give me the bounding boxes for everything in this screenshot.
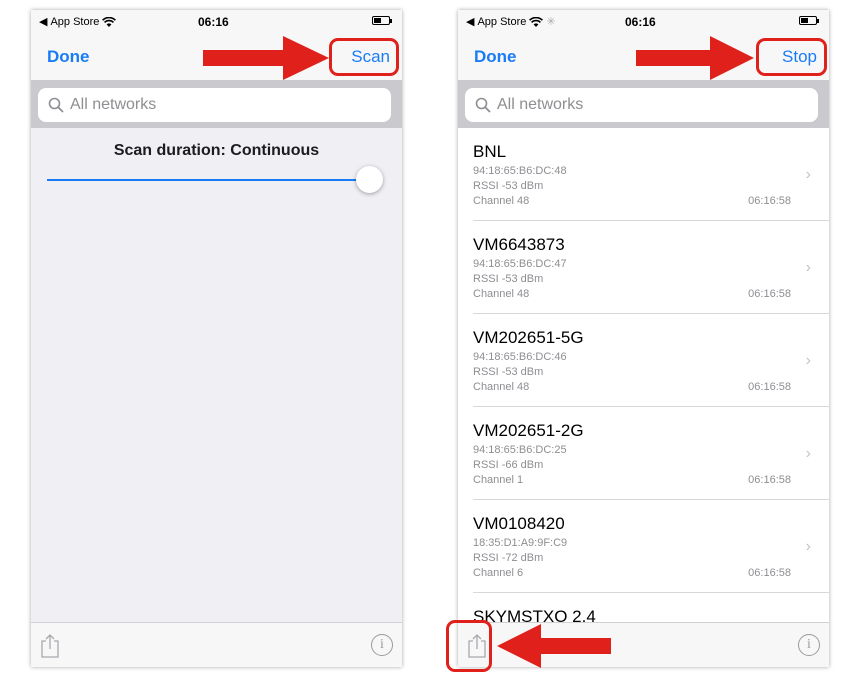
activity-spinner-icon: ✳: [546, 16, 556, 28]
search-placeholder: All networks: [70, 96, 157, 113]
scan-duration-label: Scan duration: Continuous: [113, 142, 320, 159]
done-button[interactable]: Done: [474, 47, 517, 67]
network-row[interactable]: VM6643873 94:18:65:B6:DC:47 RSSI -53 dBm…: [473, 221, 829, 314]
network-ssid: VM6643873: [473, 235, 565, 254]
network-list: BNL 94:18:65:B6:DC:48 RSSI -53 dBm Chann…: [458, 128, 829, 622]
bottom-toolbar: i: [31, 622, 402, 667]
chevron-right-icon: ›: [805, 352, 811, 369]
phone-screen-left: ◀ App Store 06:16 Done Scan All networks…: [31, 10, 402, 667]
search-input[interactable]: All networks: [465, 88, 818, 122]
chevron-right-icon: ›: [805, 538, 811, 555]
network-channel: Channel 1: [473, 474, 524, 486]
chevron-right-icon: ›: [805, 259, 811, 276]
network-rssi: RSSI -72 dBm: [473, 552, 544, 564]
network-ssid: VM202651-5G: [473, 328, 584, 347]
scan-settings: Scan duration: Continuous: [31, 128, 402, 608]
network-row[interactable]: VM202651-2G 94:18:65:B6:DC:25 RSSI -66 d…: [473, 407, 829, 500]
back-triangle-icon: ◀: [466, 16, 475, 28]
network-ssid: SKYMSTXO 2.4: [473, 607, 596, 622]
share-button-highlight: [446, 620, 492, 672]
network-channel: Channel 48: [473, 381, 530, 393]
status-bar: ◀ App Store 06:16: [31, 10, 402, 32]
info-icon[interactable]: i: [798, 634, 820, 656]
network-row[interactable]: BNL 94:18:65:B6:DC:48 RSSI -53 dBm Chann…: [473, 128, 829, 221]
stop-button-highlight: [756, 38, 827, 76]
back-to-app-store[interactable]: ◀ App Store: [39, 15, 117, 28]
network-rssi: RSSI -53 dBm: [473, 273, 544, 285]
network-mac: 94:18:65:B6:DC:25: [473, 444, 567, 456]
network-channel: Channel 48: [473, 195, 530, 207]
wifi-icon: [529, 16, 544, 27]
chevron-right-icon: ›: [805, 445, 811, 462]
search-bar-container: All networks: [458, 80, 829, 128]
network-ssid: BNL: [473, 142, 507, 161]
annotation-arrow-left-icon: [497, 624, 611, 668]
status-bar: ◀ App Store ✳ 06:16: [458, 10, 829, 32]
scan-duration-slider-thumb[interactable]: [356, 166, 383, 193]
info-icon[interactable]: i: [371, 634, 393, 656]
phone-screen-right: ◀ App Store ✳ 06:16 Done Stop All networ…: [458, 10, 829, 667]
search-icon: [475, 97, 491, 113]
back-to-app-store[interactable]: ◀ App Store ✳: [466, 15, 556, 29]
annotation-arrow-right-icon: [636, 36, 754, 80]
search-placeholder: All networks: [497, 96, 584, 113]
network-ssid: VM202651-2G: [473, 421, 584, 440]
network-mac: 94:18:65:B6:DC:46: [473, 351, 567, 363]
network-row[interactable]: VM0108420 18:35:D1:A9:9F:C9 RSSI -72 dBm…: [473, 500, 829, 593]
annotation-arrow-right-icon: [203, 36, 329, 80]
scan-duration-slider-track[interactable]: [47, 179, 370, 181]
back-app-label: App Store: [477, 15, 527, 28]
network-timestamp: 06:16:58: [748, 288, 791, 300]
back-triangle-icon: ◀: [39, 16, 48, 28]
network-ssid: VM0108420: [473, 514, 565, 533]
network-timestamp: 06:16:58: [748, 195, 791, 207]
done-button[interactable]: Done: [47, 47, 90, 67]
network-channel: Channel 6: [473, 567, 524, 579]
network-mac: 94:18:65:B6:DC:48: [473, 165, 567, 177]
network-rssi: RSSI -53 dBm: [473, 180, 544, 192]
search-input[interactable]: All networks: [38, 88, 391, 122]
network-timestamp: 06:16:58: [748, 381, 791, 393]
search-icon: [48, 97, 64, 113]
scan-button-highlight: [329, 38, 399, 76]
network-timestamp: 06:16:58: [748, 474, 791, 486]
wifi-icon: [102, 16, 117, 27]
network-mac: 18:35:D1:A9:9F:C9: [473, 537, 568, 549]
network-rssi: RSSI -53 dBm: [473, 366, 544, 378]
network-row[interactable]: SKYMSTXO 2.4: [473, 593, 829, 622]
back-app-label: App Store: [50, 15, 100, 28]
battery-icon: [372, 16, 392, 25]
share-icon[interactable]: [40, 633, 60, 659]
battery-icon: [799, 16, 819, 25]
network-timestamp: 06:16:58: [748, 567, 791, 579]
status-time: 06:16: [198, 15, 229, 29]
network-channel: Channel 48: [473, 288, 530, 300]
network-mac: 94:18:65:B6:DC:47: [473, 258, 567, 270]
status-time: 06:16: [625, 15, 656, 29]
search-bar-container: All networks: [31, 80, 402, 128]
chevron-right-icon: ›: [805, 166, 811, 183]
network-row[interactable]: VM202651-5G 94:18:65:B6:DC:46 RSSI -53 d…: [473, 314, 829, 407]
network-rssi: RSSI -66 dBm: [473, 459, 544, 471]
